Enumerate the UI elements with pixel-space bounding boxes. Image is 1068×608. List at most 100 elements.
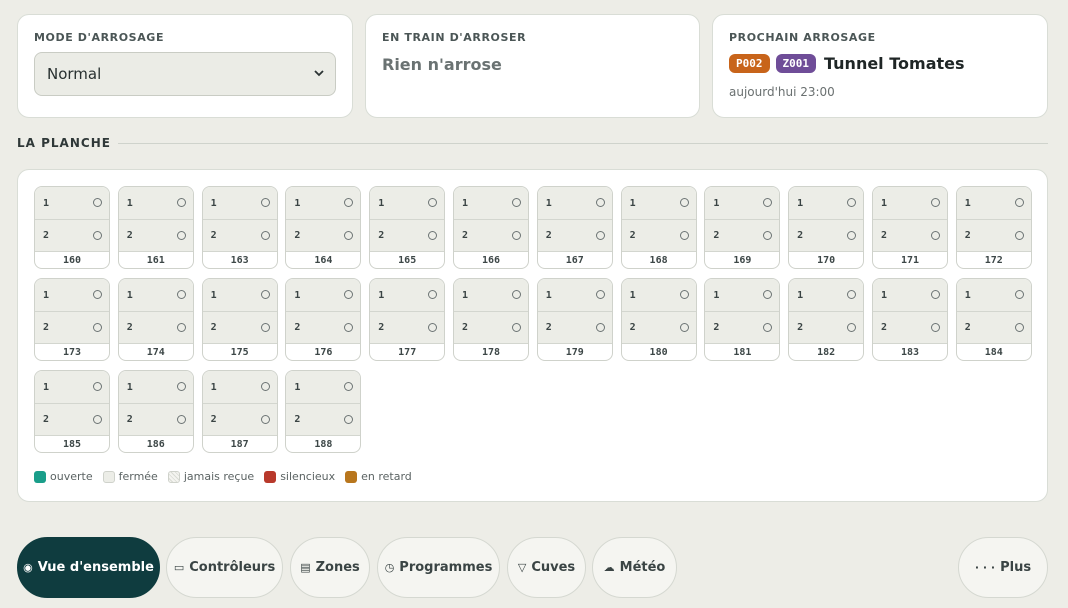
- valve-slot[interactable]: 1: [35, 279, 109, 311]
- valve-slot[interactable]: 1: [872, 279, 947, 311]
- valve-slot[interactable]: 2: [370, 219, 445, 251]
- valve-slot[interactable]: 1: [118, 187, 193, 219]
- valve-slot[interactable]: 2: [286, 403, 361, 435]
- nav-controllers[interactable]: ▭ Contrôleurs: [166, 537, 283, 598]
- valve-slot[interactable]: 2: [286, 311, 361, 343]
- valve-slot[interactable]: 1: [35, 371, 109, 403]
- controller-card-165[interactable]: 1 2 165: [369, 186, 446, 269]
- controller-card-164[interactable]: 1 2 164: [285, 186, 362, 269]
- valve-slot[interactable]: 2: [35, 403, 109, 435]
- valve-slot[interactable]: 2: [872, 219, 947, 251]
- valve-slot[interactable]: 1: [956, 187, 1031, 219]
- valve-slot[interactable]: 2: [370, 311, 445, 343]
- valve-number: 1: [713, 289, 720, 301]
- valve-state-icon: [847, 323, 857, 332]
- valve-slot[interactable]: 1: [705, 279, 780, 311]
- controller-card-177[interactable]: 1 2 177: [369, 278, 446, 361]
- controller-card-176[interactable]: 1 2 176: [285, 278, 362, 361]
- controller-card-161[interactable]: 1 2 161: [117, 186, 194, 269]
- valve-slot[interactable]: 1: [872, 187, 947, 219]
- valve-slot[interactable]: 2: [956, 311, 1031, 343]
- nav-tanks[interactable]: ▽ Cuves: [507, 537, 586, 598]
- valve-slot[interactable]: 2: [35, 311, 109, 343]
- valve-slot[interactable]: 1: [286, 279, 361, 311]
- valve-slot[interactable]: 1: [202, 187, 277, 219]
- valve-slot[interactable]: 2: [286, 219, 361, 251]
- controller-card-160[interactable]: 1 2 160: [34, 186, 110, 269]
- controller-card-184[interactable]: 1 2 184: [955, 278, 1032, 361]
- controller-card-179[interactable]: 1 2 179: [536, 278, 613, 361]
- controller-card-167[interactable]: 1 2 167: [536, 186, 613, 269]
- valve-slot[interactable]: 1: [370, 187, 445, 219]
- valve-state-icon: [930, 198, 940, 207]
- controller-card-168[interactable]: 1 2 168: [620, 186, 697, 269]
- controller-card-166[interactable]: 1 2 166: [452, 186, 529, 269]
- controller-card-186[interactable]: 1 2 186: [117, 370, 194, 453]
- valve-slot[interactable]: 1: [621, 187, 696, 219]
- valve-slot[interactable]: 2: [453, 311, 528, 343]
- valve-slot[interactable]: 2: [202, 311, 277, 343]
- controller-card-182[interactable]: 1 2 182: [788, 278, 865, 361]
- valve-slot[interactable]: 1: [789, 187, 864, 219]
- valve-slot[interactable]: 1: [35, 187, 109, 219]
- valve-slot[interactable]: 1: [705, 187, 780, 219]
- controller-card-173[interactable]: 1 2 173: [34, 278, 110, 361]
- nav-zones[interactable]: ▤ Zones: [290, 537, 370, 598]
- valve-slot[interactable]: 2: [621, 311, 696, 343]
- controller-card-174[interactable]: 1 2 174: [117, 278, 194, 361]
- valve-slot[interactable]: 2: [202, 219, 277, 251]
- valve-slot[interactable]: 1: [286, 187, 361, 219]
- valve-slot[interactable]: 2: [789, 311, 864, 343]
- controller-id: 164: [286, 251, 361, 268]
- nav-weather[interactable]: ☁ Météo: [592, 537, 677, 598]
- valve-slot[interactable]: 2: [537, 311, 612, 343]
- valve-slot[interactable]: 1: [621, 279, 696, 311]
- valve-slot[interactable]: 1: [453, 187, 528, 219]
- valve-slot[interactable]: 1: [202, 371, 277, 403]
- valve-slot[interactable]: 2: [872, 311, 947, 343]
- controller-card-178[interactable]: 1 2 178: [452, 278, 529, 361]
- valve-slot[interactable]: 2: [118, 219, 193, 251]
- controller-card-188[interactable]: 1 2 188: [285, 370, 362, 453]
- valve-slot[interactable]: 2: [118, 311, 193, 343]
- valve-state-icon: [344, 323, 354, 332]
- valve-slot[interactable]: 1: [789, 279, 864, 311]
- controller-card-187[interactable]: 1 2 187: [201, 370, 278, 453]
- valve-slot[interactable]: 2: [705, 219, 780, 251]
- controller-card-183[interactable]: 1 2 183: [871, 278, 948, 361]
- controller-card-172[interactable]: 1 2 172: [955, 186, 1032, 269]
- valve-slot[interactable]: 2: [537, 219, 612, 251]
- controller-card-169[interactable]: 1 2 169: [704, 186, 781, 269]
- valve-slot[interactable]: 2: [956, 219, 1031, 251]
- valve-slot[interactable]: 1: [118, 279, 193, 311]
- valve-slot[interactable]: 1: [537, 187, 612, 219]
- valve-number: 1: [545, 289, 552, 301]
- controller-id: 174: [118, 343, 193, 360]
- controller-card-170[interactable]: 1 2 170: [788, 186, 865, 269]
- valve-slot[interactable]: 1: [537, 279, 612, 311]
- valve-slot[interactable]: 2: [705, 311, 780, 343]
- nav-more[interactable]: · · · Plus: [958, 537, 1048, 598]
- valve-slot[interactable]: 1: [202, 279, 277, 311]
- valve-slot[interactable]: 2: [453, 219, 528, 251]
- valve-slot[interactable]: 1: [118, 371, 193, 403]
- valve-slot[interactable]: 2: [789, 219, 864, 251]
- nav-programs[interactable]: ◷ Programmes: [377, 537, 500, 598]
- controller-card-175[interactable]: 1 2 175: [201, 278, 278, 361]
- controller-card-181[interactable]: 1 2 181: [704, 278, 781, 361]
- controller-card-185[interactable]: 1 2 185: [34, 370, 110, 453]
- valve-slot[interactable]: 2: [118, 403, 193, 435]
- controller-card-180[interactable]: 1 2 180: [620, 278, 697, 361]
- valve-slot[interactable]: 1: [286, 371, 361, 403]
- valve-slot[interactable]: 2: [202, 403, 277, 435]
- valve-slot[interactable]: 1: [370, 279, 445, 311]
- valve-slot[interactable]: 1: [956, 279, 1031, 311]
- controller-card-163[interactable]: 1 2 163: [201, 186, 278, 269]
- controller-card-171[interactable]: 1 2 171: [871, 186, 948, 269]
- valve-slot[interactable]: 1: [453, 279, 528, 311]
- valve-number: 1: [43, 197, 50, 209]
- valve-slot[interactable]: 2: [621, 219, 696, 251]
- valve-slot[interactable]: 2: [35, 219, 109, 251]
- watering-mode-select[interactable]: Normal: [34, 52, 336, 96]
- nav-overview[interactable]: ◉ Vue d'ensemble: [17, 537, 160, 598]
